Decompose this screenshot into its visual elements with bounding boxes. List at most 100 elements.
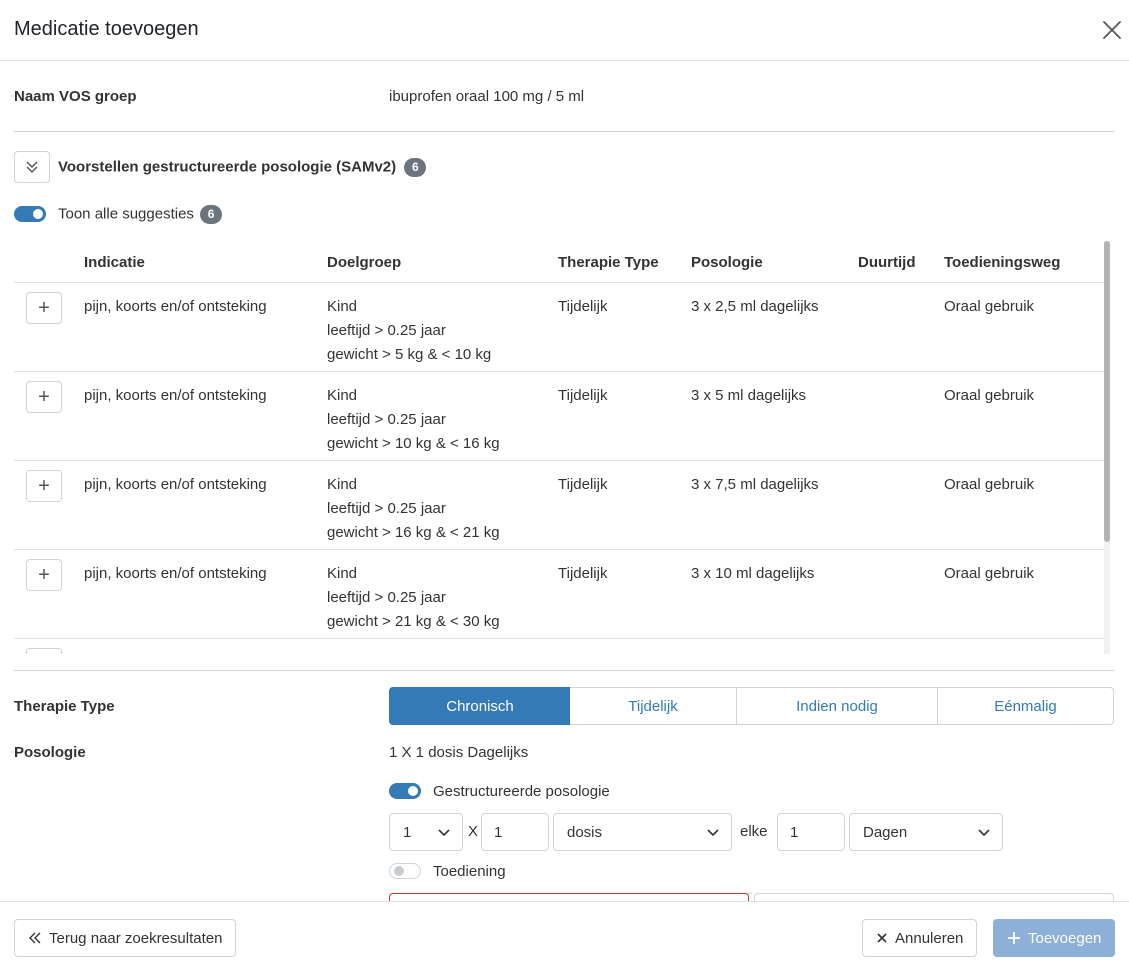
column-header-indicatie: Indicatie (84, 254, 145, 271)
column-header-posologie: Posologie (691, 254, 763, 271)
structured-posology-label: Gestructureerde posologie (433, 783, 610, 800)
every-label: elke (740, 823, 768, 840)
add-row-button[interactable]: + (26, 470, 62, 502)
add-row-button[interactable]: + (26, 381, 62, 413)
therapy-option-eenmalig[interactable]: Eénmalig (937, 687, 1114, 725)
cell-doelgroep: Kind leeftijd > 0.25 jaar gewicht > 10 k… (327, 384, 500, 456)
posologie-summary: 1 X 1 dosis Dagelijks (389, 744, 529, 761)
add-row-button[interactable]: + (26, 292, 62, 324)
cell-posologie: 3 x 5 ml dagelijks (691, 387, 807, 404)
toggle-knob (33, 209, 43, 219)
therapy-option-chronisch[interactable]: Chronisch (389, 687, 571, 725)
cell-toedieningsweg: Oraal gebruik (944, 565, 1035, 582)
doelgroep-line: gewicht > 5 kg & < 10 kg (327, 346, 492, 363)
add-medication-button[interactable]: Toevoegen (993, 919, 1116, 957)
unit-select[interactable]: dosis (553, 813, 732, 851)
cell-therapie-type: Tijdelijk (558, 387, 608, 404)
doelgroep-line: gewicht > 16 kg & < 21 kg (327, 524, 500, 541)
show-all-suggestions-toggle[interactable] (14, 206, 46, 222)
cell-doelgroep: Kind leeftijd > 0.25 jaar gewicht > 5 kg… (327, 295, 491, 367)
table-row: + pijn, koorts en/of ontsteking Kind lee… (14, 372, 1104, 461)
column-header-duurtijd: Duurtijd (858, 254, 916, 271)
doelgroep-line: leeftijd > 0.25 jaar (327, 411, 446, 428)
column-header-toedieningsweg: Toedieningsweg (944, 254, 1061, 271)
cell-toedieningsweg: Oraal gebruik (944, 387, 1035, 404)
doelgroep-line: gewicht > 10 kg & < 16 kg (327, 435, 500, 452)
proposals-title-text: Voorstellen gestructureerde posologie (S… (58, 158, 397, 176)
chevron-down-icon (707, 829, 719, 837)
vos-group-label: Naam VOS groep (14, 88, 137, 105)
show-all-suggestions-label: Toon alle suggesties 6 (58, 205, 223, 224)
table-row: + (14, 639, 1104, 654)
table-scrollbar-thumb[interactable] (1104, 241, 1110, 542)
add-row-button[interactable]: + (26, 648, 62, 654)
back-to-results-button[interactable]: Terug naar zoekresultaten (14, 919, 237, 957)
divider (14, 131, 1114, 132)
column-header-doelgroep: Doelgroep (327, 254, 402, 271)
modal-footer: Terug naar zoekresultaten Annuleren Toev… (0, 901, 1129, 970)
cell-posologie: 3 x 10 ml dagelijks (691, 565, 815, 582)
cancel-button[interactable]: Annuleren (862, 919, 978, 957)
times-label: X (468, 823, 479, 840)
toggle-knob (394, 866, 404, 876)
vos-group-value: ibuprofen oraal 100 mg / 5 ml (389, 88, 585, 105)
doelgroep-line: Kind (327, 565, 358, 582)
cell-indicatie: pijn, koorts en/of ontsteking (84, 298, 267, 315)
table-row: + pijn, koorts en/of ontsteking Kind lee… (14, 461, 1104, 550)
period-value: Dagen (863, 824, 908, 841)
chevron-down-icon (438, 829, 450, 837)
therapy-option-indien-nodig[interactable]: Indien nodig (736, 687, 938, 725)
toggle-knob (408, 786, 418, 796)
proposals-title: Voorstellen gestructureerde posologie (S… (58, 158, 427, 177)
structured-posology-toggle[interactable] (389, 783, 421, 799)
add-row-button[interactable]: + (26, 559, 62, 591)
cell-toedieningsweg: Oraal gebruik (944, 476, 1035, 493)
doelgroep-line: leeftijd > 0.25 jaar (327, 322, 446, 339)
intake-count-select[interactable]: 1 (389, 813, 463, 851)
suggestions-count-badge: 6 (200, 205, 223, 224)
modal-title: Medicatie toevoegen (14, 18, 199, 40)
cell-therapie-type: Tijdelijk (558, 565, 608, 582)
cell-doelgroep: Kind leeftijd > 0.25 jaar gewicht > 21 k… (327, 562, 500, 634)
cancel-label: Annuleren (895, 929, 964, 947)
table-row: + pijn, koorts en/of ontsteking Kind lee… (14, 283, 1104, 372)
doelgroep-line: gewicht > 21 kg & < 30 kg (327, 613, 500, 630)
plus-icon: + (38, 385, 50, 408)
cell-therapie-type: Tijdelijk (558, 476, 608, 493)
close-button[interactable] (1100, 18, 1124, 42)
table-header: Indicatie Doelgroep Therapie Type Posolo… (14, 241, 1104, 283)
table-row: + pijn, koorts en/of ontsteking Kind lee… (14, 550, 1104, 639)
double-chevron-left-icon (29, 932, 41, 944)
back-to-results-label: Terug naar zoekresultaten (49, 929, 223, 947)
plus-icon: + (38, 296, 50, 319)
cell-indicatie: pijn, koorts en/of ontsteking (84, 476, 267, 493)
double-chevron-down-icon (26, 161, 38, 173)
cell-doelgroep: Kind leeftijd > 0.25 jaar gewicht > 16 k… (327, 473, 500, 545)
administration-toggle[interactable] (389, 863, 421, 879)
cell-posologie: 3 x 2,5 ml dagelijks (691, 298, 819, 315)
therapy-option-tijdelijk[interactable]: Tijdelijk (570, 687, 737, 725)
cell-posologie: 3 x 7,5 ml dagelijks (691, 476, 819, 493)
close-icon (877, 933, 887, 943)
divider (14, 670, 1114, 671)
doelgroep-line: Kind (327, 298, 358, 315)
column-header-therapie-type: Therapie Type (558, 254, 659, 271)
doelgroep-line: Kind (327, 387, 358, 404)
therapy-type-label: Therapie Type (14, 698, 115, 715)
unit-value: dosis (567, 824, 603, 841)
doelgroep-line: leeftijd > 0.25 jaar (327, 589, 446, 606)
administration-label: Toediening (433, 863, 506, 880)
cell-indicatie: pijn, koorts en/of ontsteking (84, 565, 267, 582)
collapse-button[interactable] (14, 151, 50, 183)
close-icon (1103, 21, 1121, 39)
period-select[interactable]: Dagen (849, 813, 1003, 851)
interval-input[interactable]: 1 (777, 813, 845, 851)
intake-count-value: 1 (403, 824, 412, 841)
doelgroep-line: Kind (327, 476, 358, 493)
chevron-down-icon (978, 829, 990, 837)
cell-indicatie: pijn, koorts en/of ontsteking (84, 387, 267, 404)
plus-icon (1008, 932, 1020, 944)
proposals-count-badge: 6 (404, 158, 427, 177)
amount-input[interactable]: 1 (481, 813, 549, 851)
show-all-suggestions-text: Toon alle suggesties (58, 205, 194, 223)
